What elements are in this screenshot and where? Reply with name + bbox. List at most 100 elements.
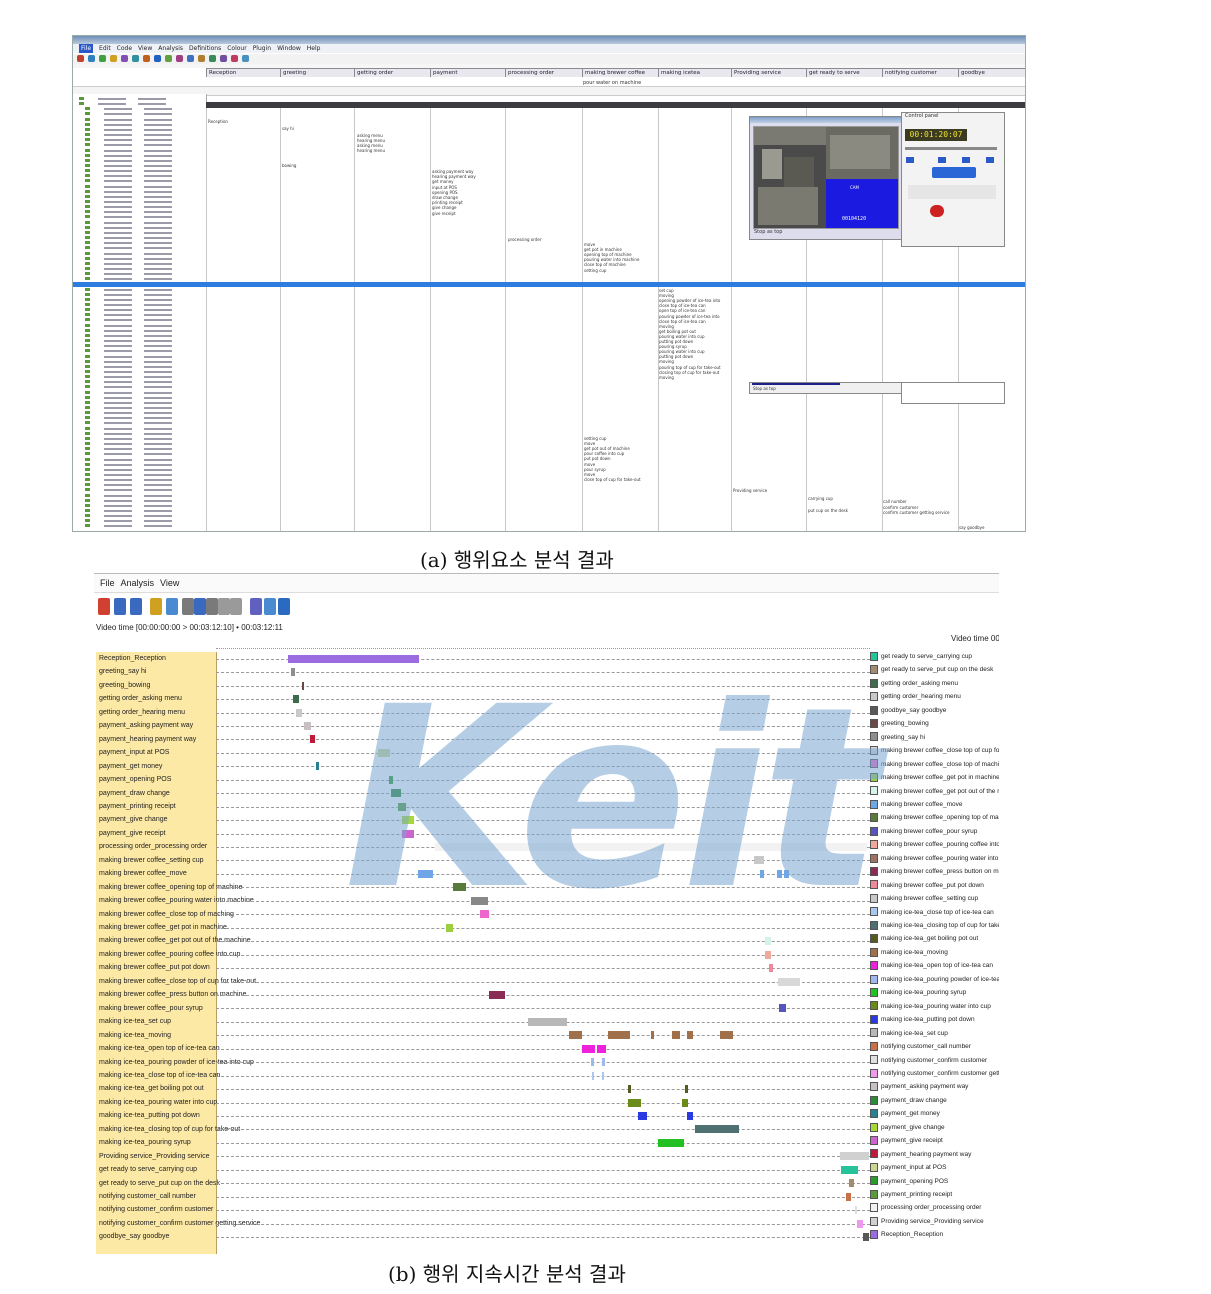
- event-cell[interactable]: moving: [659, 375, 674, 380]
- toolbar-icon-b[interactable]: [250, 598, 262, 615]
- event-cell[interactable]: bowing: [282, 163, 296, 168]
- toolbar-icon-b[interactable]: [98, 598, 110, 615]
- search-bar[interactable]: [73, 86, 1025, 96]
- toolbar-icon[interactable]: [242, 55, 249, 62]
- tree-row-timecode: [104, 257, 132, 260]
- event-cell[interactable]: processing order: [508, 237, 542, 242]
- event-cell[interactable]: say hi: [282, 126, 294, 131]
- step-icon[interactable]: [938, 157, 946, 163]
- transport-buttons[interactable]: [932, 167, 976, 178]
- toolbar-icon[interactable]: [231, 55, 238, 62]
- event-cell[interactable]: Providing service: [733, 488, 767, 493]
- tree-row-timecode-end: [138, 103, 166, 106]
- toolbar-icon[interactable]: [110, 55, 117, 62]
- event-cell[interactable]: say goodbye: [959, 525, 985, 530]
- track-line: [216, 873, 870, 875]
- tree-row-timecode-end: [144, 386, 172, 389]
- event-cell[interactable]: put cup on the desk: [808, 508, 848, 513]
- toolbar-icon-b[interactable]: [182, 598, 194, 615]
- toolbar-icon[interactable]: [165, 55, 172, 62]
- column-header[interactable]: goodbye: [958, 68, 1025, 77]
- toolbar-icon[interactable]: [154, 55, 161, 62]
- toolbar-icon-b[interactable]: [194, 598, 206, 615]
- toolbar-icon[interactable]: [209, 55, 216, 62]
- event-cell[interactable]: confirm customer getting service: [883, 510, 949, 515]
- menu-item-6[interactable]: Colour: [227, 44, 246, 53]
- stop-icon[interactable]: [930, 205, 944, 217]
- forward-icon[interactable]: [962, 157, 970, 163]
- event-tree[interactable]: [73, 94, 207, 531]
- event-cell[interactable]: give receipt: [432, 211, 456, 216]
- menu-item-8[interactable]: Window: [277, 44, 301, 53]
- toolbar-icon[interactable]: [198, 55, 205, 62]
- column-header[interactable]: notifying customer: [882, 68, 958, 77]
- end-icon[interactable]: [986, 157, 994, 163]
- toolbar-icon-b[interactable]: [166, 598, 178, 615]
- toolbar-icon[interactable]: [143, 55, 150, 62]
- video-window-minimized[interactable]: Stop as top: [749, 382, 903, 394]
- column-header[interactable]: payment: [430, 68, 505, 77]
- tree-row[interactable]: [75, 523, 205, 528]
- column-header[interactable]: making brewer coffee: [582, 68, 658, 77]
- event-cell[interactable]: close top of cup for take-out: [584, 477, 641, 482]
- menu-item-0[interactable]: File: [79, 44, 94, 53]
- toolbar-icon-b[interactable]: [206, 598, 218, 615]
- duration-bar: [287, 654, 419, 663]
- menu-item-1[interactable]: Edit: [99, 44, 111, 53]
- legend-label: payment_asking payment way: [881, 1083, 969, 1091]
- toolbar-icon-b[interactable]: [278, 598, 290, 615]
- toolbar-icon-b[interactable]: [230, 598, 242, 615]
- toolbar-icon-b[interactable]: [218, 598, 230, 615]
- toolbar-icon[interactable]: [220, 55, 227, 62]
- behavior-label: Providing service_Providing service: [99, 1152, 210, 1160]
- track-line: [216, 981, 870, 983]
- shuttle-controls[interactable]: [908, 185, 996, 199]
- event-cell[interactable]: setting cup: [584, 268, 606, 273]
- menu-item-b-0[interactable]: File: [100, 578, 115, 588]
- column-header[interactable]: greeting: [280, 68, 354, 77]
- toolbar-icon[interactable]: [99, 55, 106, 62]
- play-icon[interactable]: [906, 157, 914, 163]
- menu-item-7[interactable]: Plugin: [253, 44, 271, 53]
- selected-row[interactable]: [73, 282, 1025, 287]
- column-header[interactable]: Reception: [206, 68, 280, 77]
- column-header[interactable]: processing order: [505, 68, 582, 77]
- behavior-label: notifying customer_confirm customer: [99, 1206, 214, 1214]
- menu-item-3[interactable]: View: [138, 44, 152, 53]
- toolbar-icon[interactable]: [132, 55, 139, 62]
- toolbar-icon[interactable]: [176, 55, 183, 62]
- tree-row-timecode: [104, 231, 132, 234]
- menu-item-5[interactable]: Definitions: [189, 44, 221, 53]
- tree-row-timecode-end: [144, 175, 172, 178]
- video-window[interactable]: CAM 00104120 Stop as top: [749, 116, 903, 240]
- toolbar-icon-b[interactable]: [150, 598, 162, 615]
- menu-item-b-1[interactable]: Analysis: [121, 578, 155, 588]
- column-header[interactable]: Providing service: [731, 68, 806, 77]
- event-cell[interactable]: hearing menu: [357, 148, 385, 153]
- toolbar-icon[interactable]: [77, 55, 84, 62]
- event-cell[interactable]: call number: [883, 499, 907, 504]
- control-scrubber[interactable]: [905, 147, 997, 150]
- toolbar-icon[interactable]: [121, 55, 128, 62]
- event-cell[interactable]: carrying cup: [808, 496, 833, 501]
- control-panel-minimized[interactable]: [901, 382, 1005, 404]
- menu-item-9[interactable]: Help: [307, 44, 321, 53]
- menu-item-4[interactable]: Analysis: [158, 44, 183, 53]
- column-header[interactable]: get ready to serve: [806, 68, 882, 77]
- control-panel[interactable]: Control panel 00:01:20:07: [901, 112, 1005, 247]
- track-line: [216, 779, 870, 781]
- toolbar-icon-b[interactable]: [114, 598, 126, 615]
- column-header[interactable]: getting order: [354, 68, 430, 77]
- toolbar-icon[interactable]: [187, 55, 194, 62]
- toolbar-icon-b[interactable]: [130, 598, 142, 615]
- event-cell[interactable]: confirm customer: [883, 505, 918, 510]
- menu-item-2[interactable]: Code: [117, 44, 132, 53]
- tree-node-icon: [85, 153, 90, 157]
- tree-row-timecode: [104, 237, 132, 240]
- column-header[interactable]: making icetea: [658, 68, 731, 77]
- track-line: [216, 820, 870, 822]
- toolbar-icon[interactable]: [88, 55, 95, 62]
- menu-item-b-2[interactable]: View: [160, 578, 179, 588]
- toolbar-icon-b[interactable]: [264, 598, 276, 615]
- event-cell[interactable]: Reception: [208, 119, 228, 124]
